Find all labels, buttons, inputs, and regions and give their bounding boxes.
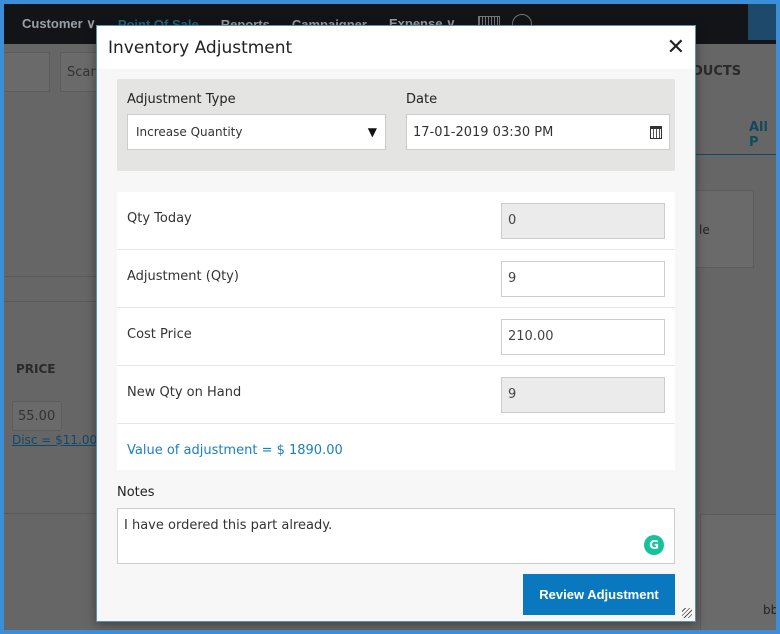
adjustment-qty-input[interactable]: 9 — [501, 261, 665, 297]
bg-card-text: le — [699, 223, 710, 237]
scan-input: Scan — [60, 52, 100, 92]
row-cost-price: Cost Price 210.00 — [117, 308, 675, 366]
new-qty-field: 9 — [501, 377, 665, 413]
row-qty-today: Qty Today 0 — [117, 192, 675, 250]
qty-today-label: Qty Today — [127, 211, 192, 226]
row-new-qty: New Qty on Hand 9 — [117, 366, 675, 424]
price-input: 55.00 — [12, 401, 62, 431]
nav-customer[interactable]: Customer ∨ — [22, 16, 96, 32]
price-header: PRICE — [16, 362, 56, 376]
notes-value: I have ordered this part already. — [124, 518, 333, 533]
adjustment-type-value: Increase Quantity — [136, 125, 243, 139]
adjustment-value-text: Value of adjustment = $ 1890.00 — [127, 443, 343, 458]
resize-handle-icon[interactable] — [682, 608, 692, 618]
adjustment-fields: Qty Today 0 Adjustment (Qty) 9 Cost Price 2… — [117, 192, 675, 470]
date-label: Date — [406, 92, 438, 107]
cost-price-label: Cost Price — [127, 327, 192, 342]
dropdown-arrow-icon: ▼ — [367, 125, 377, 139]
dialog-title: Inventory Adjustment — [108, 37, 293, 58]
row-adjustment-qty: Adjustment (Qty) 9 — [117, 250, 675, 308]
adjustment-qty-label: Adjustment (Qty) — [127, 269, 239, 284]
products-tab: DUCTS — [692, 64, 742, 79]
notes-textarea[interactable]: I have ordered this part already. G — [117, 508, 675, 564]
bg-card-2-text: bb — [763, 603, 776, 617]
dialog-header: Inventory Adjustment ✕ — [97, 26, 695, 69]
adjustment-header-panel: Adjustment Type Increase Quantity ▼ Date… — [117, 79, 675, 171]
review-adjustment-button[interactable]: Review Adjustment — [523, 574, 675, 615]
notes-label: Notes — [117, 485, 155, 500]
qty-today-field: 0 — [501, 203, 665, 239]
calendar-icon[interactable] — [650, 126, 662, 139]
adjustment-type-select[interactable]: Increase Quantity ▼ — [127, 114, 386, 150]
bg-card-2: bb — [700, 514, 776, 630]
help-icon[interactable] — [748, 4, 776, 40]
scan-placeholder: Scan — [67, 65, 99, 80]
inventory-adjustment-dialog: Inventory Adjustment ✕ Adjustment Type I… — [96, 25, 696, 622]
bg-card: le — [694, 190, 754, 268]
bg-button — [4, 52, 50, 92]
close-icon[interactable]: ✕ — [667, 35, 685, 60]
all-products-tab: All P — [749, 120, 768, 150]
adjustment-type-label: Adjustment Type — [127, 92, 236, 107]
date-input[interactable]: 17-01-2019 03:30 PM — [406, 114, 670, 150]
new-qty-label: New Qty on Hand — [127, 385, 242, 400]
date-value: 17-01-2019 03:30 PM — [413, 124, 554, 140]
disc-link: Disc = $11.00 — [12, 433, 98, 447]
grammarly-icon[interactable]: G — [644, 535, 664, 555]
app-background: Customer ∨ Point Of Sale Reports Campaig… — [4, 4, 776, 630]
cost-price-input[interactable]: 210.00 — [501, 319, 665, 355]
